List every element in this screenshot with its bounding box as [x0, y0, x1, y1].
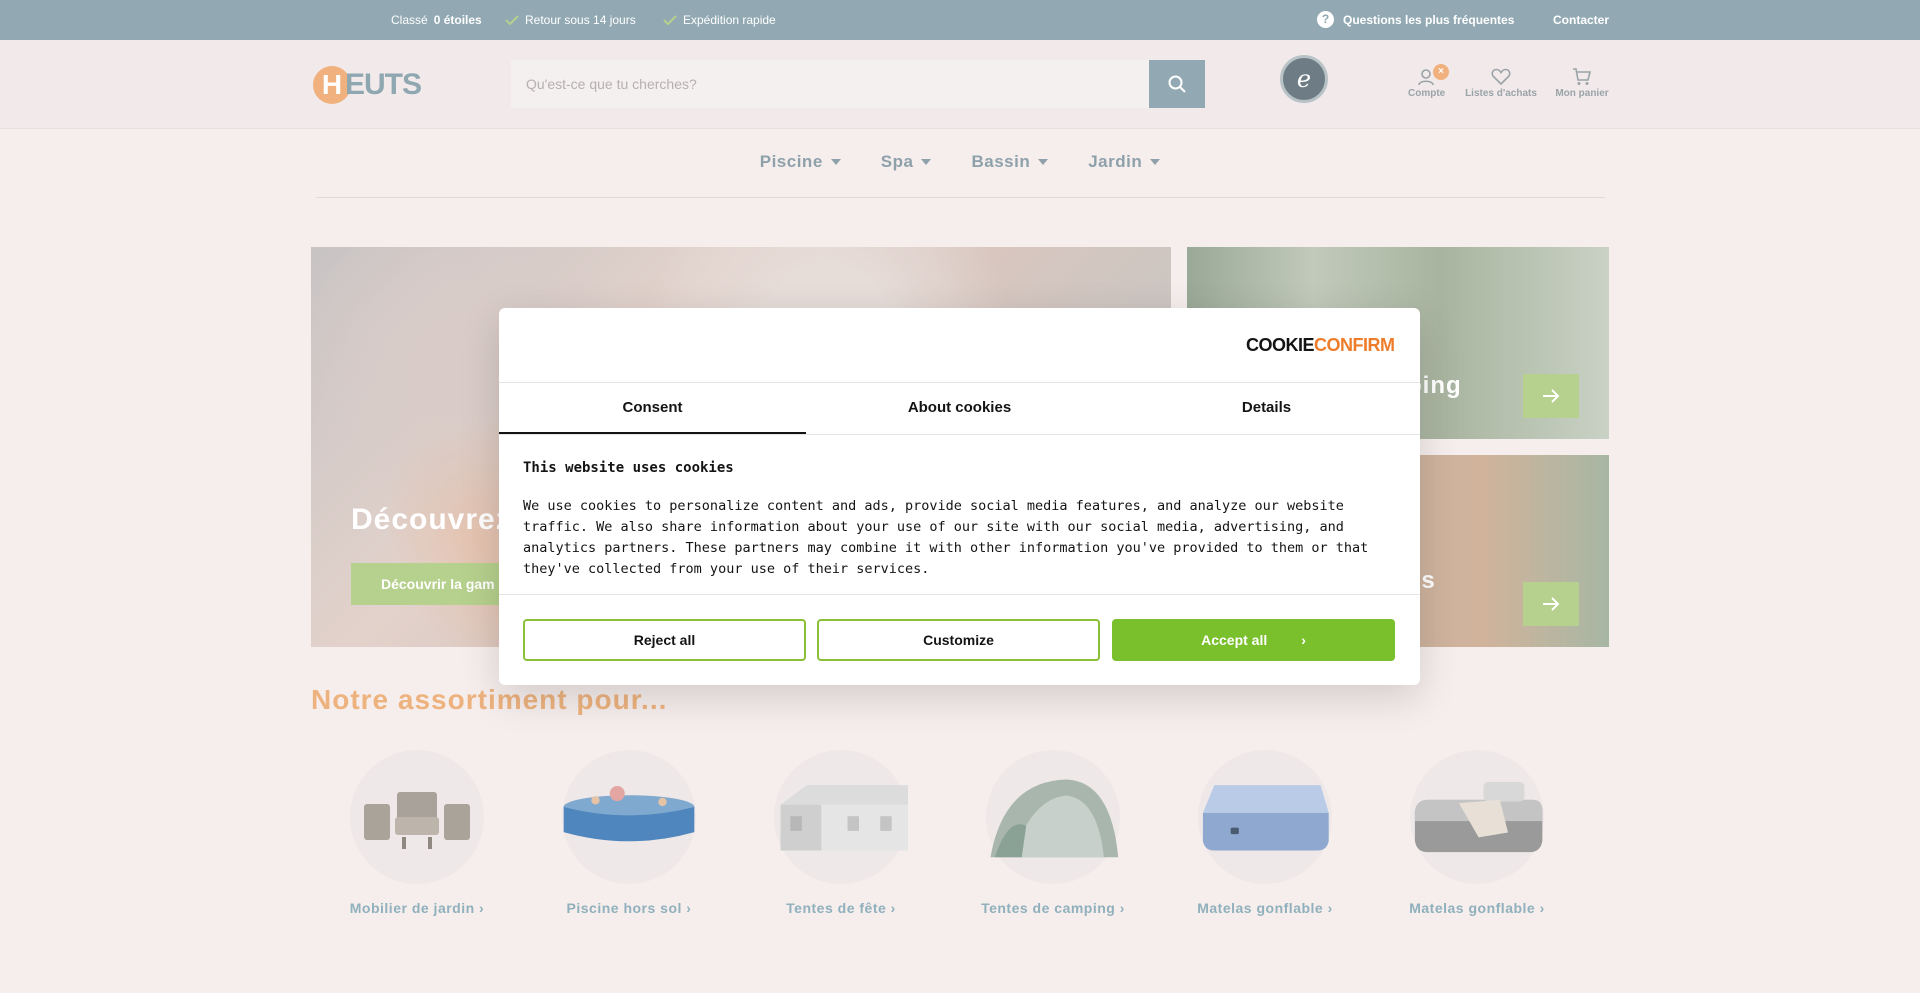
category-name: Matelas gonflable ›: [1409, 900, 1545, 916]
customize-button[interactable]: Customize: [817, 619, 1100, 661]
main-nav: Piscine Spa Bassin Jardin: [0, 152, 1920, 172]
shipping-usp-label: Expédition rapide: [683, 13, 776, 27]
header: H EUTS e × Compte Listes d'achats Mon pa…: [0, 40, 1920, 129]
search-bar: [511, 60, 1205, 108]
category-item[interactable]: Mobilier de jardin ›: [311, 750, 523, 916]
nav-item-bassin[interactable]: Bassin: [971, 152, 1049, 172]
nav-item-piscine[interactable]: Piscine: [760, 152, 841, 172]
tab-details[interactable]: Details: [1113, 383, 1420, 434]
cookie-consent-dialog: COOKIECONFIRM Consent About cookies Deta…: [499, 308, 1420, 685]
party-tent-icon: [774, 750, 908, 884]
category-item[interactable]: Matelas gonflable ›: [1371, 750, 1583, 916]
wishlist-label: Listes d'achats: [1465, 88, 1537, 99]
heart-icon: [1491, 68, 1511, 86]
category-name: Tentes de fête ›: [786, 900, 896, 916]
trusted-shops-badge[interactable]: e: [1280, 55, 1328, 103]
brand-part2: CONFIRM: [1314, 335, 1395, 355]
nav-item-label: Bassin: [971, 152, 1031, 171]
question-icon: ?: [1317, 11, 1334, 28]
tab-about-cookies[interactable]: About cookies: [806, 383, 1113, 434]
category-name: Piscine hors sol ›: [566, 900, 692, 916]
category-item[interactable]: Tentes de camping ›: [947, 750, 1159, 916]
return-usp: Retour sous 14 jours: [505, 13, 636, 27]
cart-button[interactable]: Mon panier: [1555, 68, 1609, 99]
accept-all-label: Accept all: [1201, 632, 1268, 648]
cookie-heading: This website uses cookies: [523, 460, 734, 476]
nav-item-label: Jardin: [1088, 152, 1143, 171]
cart-icon: [1573, 68, 1592, 85]
cookieconfirm-logo: COOKIECONFIRM: [1246, 335, 1395, 356]
caret-down-icon: [921, 159, 932, 165]
search-input[interactable]: [511, 60, 1149, 108]
category-item[interactable]: Tentes de fête ›: [735, 750, 947, 916]
chevron-right-icon: ›: [1301, 632, 1306, 648]
above-ground-pool-icon: [562, 750, 696, 884]
category-item[interactable]: Matelas gonflable ›: [1159, 750, 1371, 916]
account-label: Compte: [1408, 88, 1446, 99]
arrow-right-icon: [1543, 389, 1560, 403]
hero-side-a-arrow-button[interactable]: [1523, 374, 1579, 418]
caret-down-icon: [830, 159, 841, 165]
rating-value: 0 étoiles: [433, 13, 482, 27]
category-name: Tentes de camping ›: [981, 900, 1125, 916]
hero-main-title: Découvrez: [351, 503, 512, 536]
nav-divider: [316, 197, 1605, 198]
divider: [499, 594, 1420, 595]
nav-item-label: Piscine: [759, 152, 823, 171]
cart-label: Mon panier: [1555, 88, 1609, 99]
category-name: Matelas gonflable ›: [1197, 900, 1333, 916]
camping-tent-icon: [986, 750, 1120, 884]
rating-usp[interactable]: Classé 0 étoiles: [391, 13, 482, 27]
trusted-shops-letter: e: [1296, 65, 1312, 93]
tab-consent[interactable]: Consent: [499, 383, 806, 434]
cookie-body: This website uses cookies We use cookies…: [523, 460, 1393, 580]
category-item[interactable]: Piscine hors sol ›: [523, 750, 735, 916]
air-mattress-icon: [1198, 750, 1332, 884]
faq-link[interactable]: ? Questions les plus fréquentes: [1317, 11, 1514, 28]
caret-down-icon: [1038, 159, 1049, 165]
nav-item-jardin[interactable]: Jardin: [1088, 152, 1161, 172]
search-icon: [1168, 75, 1186, 93]
nav-item-label: Spa: [880, 152, 914, 171]
top-bar: Classé 0 étoiles Retour sous 14 jours Ex…: [0, 0, 1920, 40]
category-list: Mobilier de jardin › Piscine hors sol › …: [311, 750, 1609, 916]
arrow-right-icon: [1543, 597, 1560, 611]
logo[interactable]: H EUTS: [313, 65, 422, 105]
account-badge: ×: [1433, 64, 1449, 80]
rating-prefix: Classé: [391, 13, 428, 27]
assortment-title: Notre assortiment pour...: [311, 684, 668, 715]
category-name: Mobilier de jardin ›: [349, 900, 485, 916]
cookie-tabs: Consent About cookies Details: [499, 383, 1420, 435]
return-usp-label: Retour sous 14 jours: [525, 13, 636, 27]
air-bed-icon: [1410, 750, 1544, 884]
check-icon: [663, 15, 677, 25]
check-icon: [505, 15, 519, 25]
caret-down-icon: [1150, 159, 1161, 165]
shipping-usp: Expédition rapide: [663, 13, 776, 27]
wishlist-button[interactable]: Listes d'achats: [1463, 68, 1539, 99]
reject-all-button[interactable]: Reject all: [523, 619, 806, 661]
accept-all-button[interactable]: Accept all ›: [1112, 619, 1395, 661]
faq-label: Questions les plus fréquentes: [1343, 12, 1515, 27]
cookie-description: We use cookies to personalize content an…: [523, 498, 1369, 577]
account-button[interactable]: × Compte: [1408, 64, 1449, 99]
garden-furniture-icon: [350, 750, 484, 884]
contact-link[interactable]: Contacter: [1553, 13, 1609, 27]
hero-side-b-arrow-button[interactable]: [1523, 582, 1579, 626]
brand-part1: COOKIE: [1246, 335, 1315, 355]
nav-item-spa[interactable]: Spa: [881, 152, 932, 172]
logo-text: EUTS: [345, 68, 422, 101]
search-button[interactable]: [1149, 60, 1205, 108]
